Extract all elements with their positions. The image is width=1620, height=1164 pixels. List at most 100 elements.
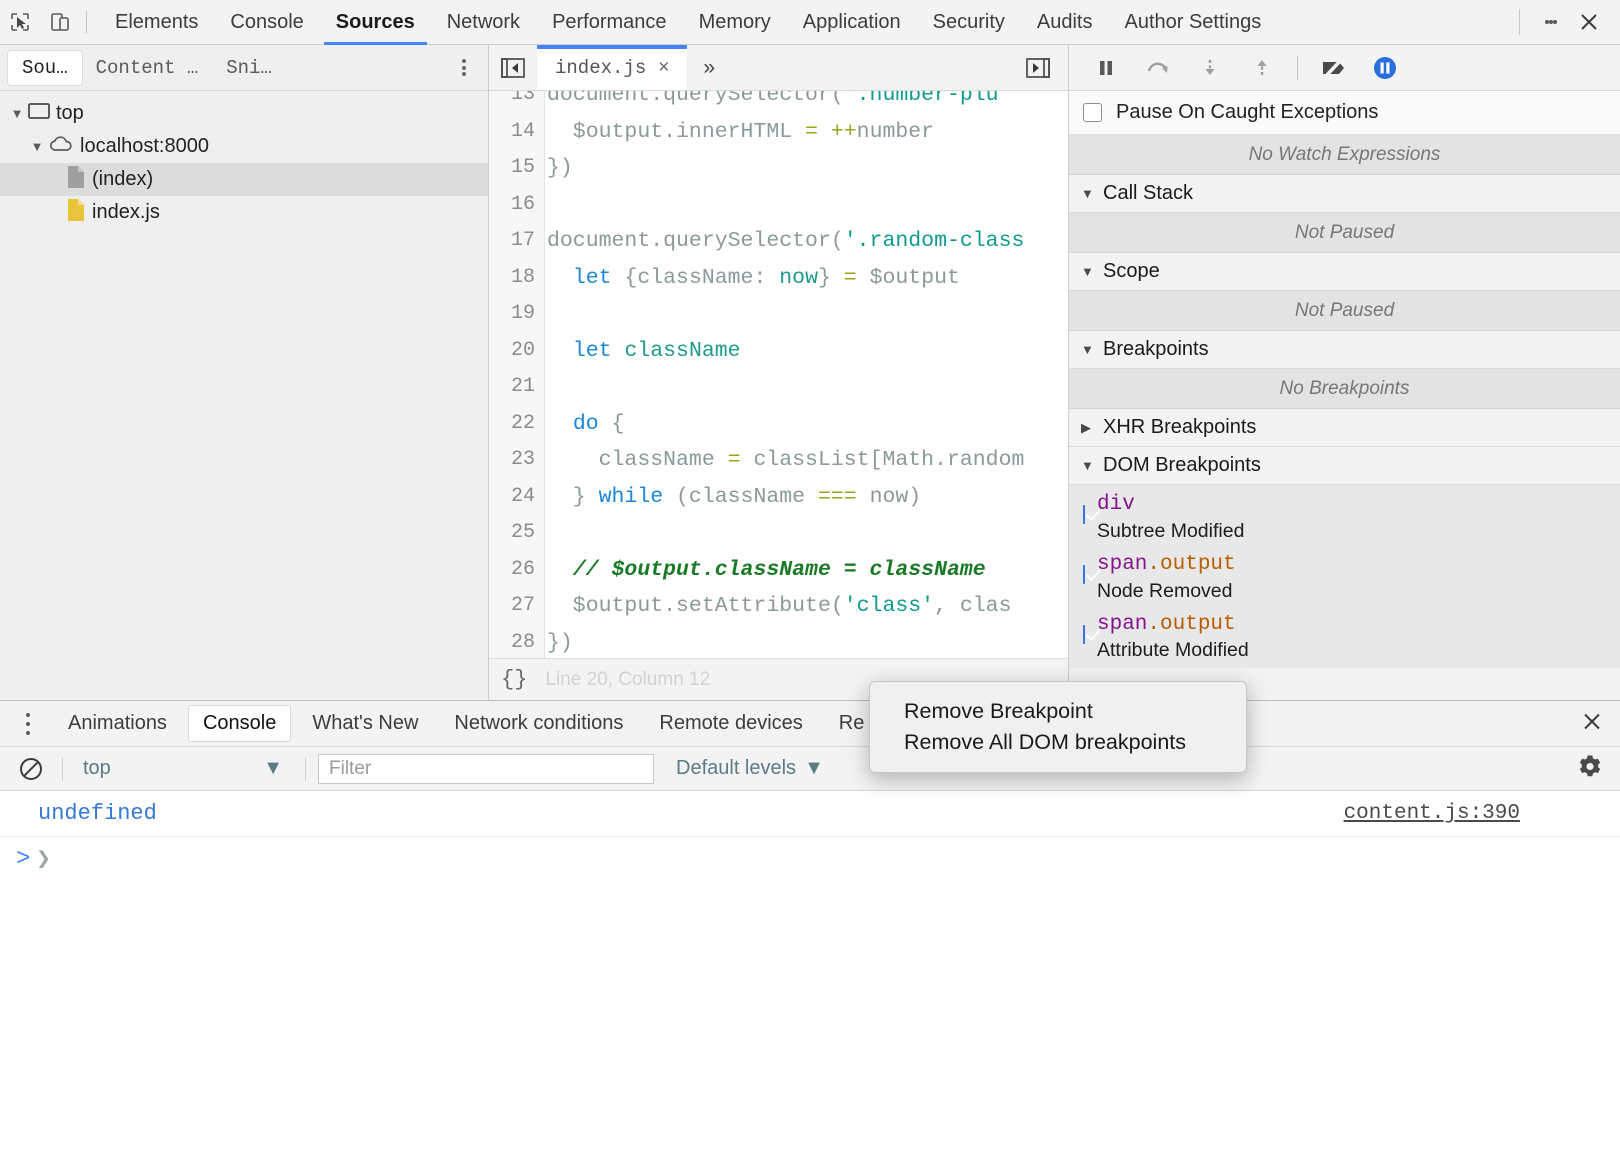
tab-audits[interactable]: Audits: [1021, 0, 1109, 45]
context-menu-item-remove-breakpoint[interactable]: Remove Breakpoint: [870, 696, 1246, 727]
tree-item-index-html[interactable]: (index): [0, 163, 488, 196]
code-token: classList[Math.random: [740, 448, 1025, 472]
dom-breakpoint-body: span.output Node Removed: [1097, 553, 1236, 603]
breakpoint-slash-icon[interactable]: [1310, 48, 1356, 88]
chevron-down-icon[interactable]: ▼: [26, 139, 48, 154]
step-into-icon[interactable]: [1187, 48, 1233, 88]
tab-sources[interactable]: Sources: [320, 0, 431, 45]
drawer-tab-whats-new[interactable]: What's New: [298, 706, 432, 741]
drawer: Animations Console What's New Network co…: [0, 700, 1620, 1164]
tab-label: Elements: [115, 10, 199, 33]
console-prompt[interactable]: > ❯: [0, 837, 1620, 881]
console-levels-selector[interactable]: Default levels ▼: [676, 757, 824, 780]
code-token: =: [843, 265, 857, 290]
pause-circle-icon[interactable]: [1362, 48, 1408, 88]
console-filter-input[interactable]: Filter: [318, 753, 654, 784]
nav-tab-sources[interactable]: Sou…: [8, 50, 82, 85]
tree-item-top[interactable]: ▼ top: [0, 97, 488, 130]
console-message-source-link[interactable]: content.js:390: [1344, 802, 1520, 825]
line-number: 27: [510, 594, 535, 617]
code-token: $output: [856, 265, 960, 290]
code-line-text: let className: [547, 333, 741, 370]
code-line-text: // $output.className = className: [547, 552, 986, 589]
collapse-sidebar-icon[interactable]: [489, 45, 537, 90]
code-token: ++: [830, 119, 857, 144]
dom-breakpoint-checkbox[interactable]: [1083, 564, 1085, 584]
code-token: now: [779, 265, 818, 290]
drawer-tab-console[interactable]: Console: [188, 706, 291, 741]
code-line: 19: [489, 296, 1068, 333]
tab-application[interactable]: Application: [787, 0, 917, 45]
tree-item-localhost[interactable]: ▼ localhost:8000: [0, 130, 488, 163]
tab-author-settings[interactable]: Author Settings: [1108, 0, 1277, 45]
dom-breakpoint-type: Node Removed: [1097, 579, 1233, 602]
cursor-inspect-icon[interactable]: [0, 0, 40, 45]
console-message[interactable]: undefined content.js:390: [0, 791, 1620, 837]
drawer-tab-animations[interactable]: Animations: [54, 706, 181, 741]
step-over-icon[interactable]: [1135, 48, 1181, 88]
tree-item-label: localhost:8000: [80, 135, 209, 157]
sources-panel: Sou… Content … Sni… ▼ top ▼ localhost:80…: [0, 45, 1620, 700]
code-token: number: [856, 119, 935, 144]
dom-breakpoint-selector: span.output: [1097, 553, 1236, 576]
dom-breakpoint-row[interactable]: div Subtree Modified: [1069, 489, 1620, 549]
context-menu-item-remove-all-dom-breakpoints[interactable]: Remove All DOM breakpoints: [870, 727, 1246, 758]
more-vertical-icon[interactable]: [6, 701, 50, 747]
tab-performance[interactable]: Performance: [536, 0, 683, 45]
drawer-tab-remote-devices[interactable]: Remote devices: [645, 706, 816, 741]
section-scope[interactable]: ▼ Scope: [1069, 253, 1620, 291]
section-breakpoints[interactable]: ▼ Breakpoints: [1069, 331, 1620, 369]
tab-security[interactable]: Security: [917, 0, 1021, 45]
nav-tab-content-scripts[interactable]: Content …: [82, 51, 213, 85]
pretty-print-icon[interactable]: {}: [501, 667, 527, 692]
more-tabs-icon[interactable]: »: [687, 45, 731, 90]
close-icon[interactable]: [1580, 709, 1604, 738]
drawer-tab-network-conditions[interactable]: Network conditions: [440, 706, 637, 741]
line-number: 15: [510, 156, 535, 179]
section-dom-breakpoints[interactable]: ▼ DOM Breakpoints: [1069, 447, 1620, 485]
section-label: DOM Breakpoints: [1103, 454, 1261, 476]
console-context-selector[interactable]: top ▼: [71, 757, 297, 780]
dom-breakpoint-row[interactable]: span.output Node Removed: [1069, 549, 1620, 609]
frame-icon: [28, 102, 50, 126]
gear-icon[interactable]: [1576, 752, 1604, 785]
section-call-stack[interactable]: ▼ Call Stack: [1069, 175, 1620, 213]
section-xhr-breakpoints[interactable]: ▶ XHR Breakpoints: [1069, 409, 1620, 447]
tab-label: Security: [932, 10, 1005, 33]
tree-item-label: top: [56, 102, 84, 124]
dom-breakpoint-row[interactable]: span.output Attribute Modified: [1069, 609, 1620, 669]
code-line: 18 let {className: now} = $output: [489, 260, 1068, 297]
tab-console[interactable]: Console: [214, 0, 319, 45]
code-token: do: [572, 411, 599, 436]
close-icon[interactable]: ×: [658, 57, 669, 79]
code-line-text: className = classList[Math.random: [547, 442, 1025, 479]
tab-memory[interactable]: Memory: [683, 0, 787, 45]
pause-on-caught-exceptions-row[interactable]: Pause On Caught Exceptions: [1069, 91, 1620, 135]
more-vertical-icon[interactable]: [1534, 0, 1568, 45]
code-line: 27 $output.setAttribute('class', clas: [489, 588, 1068, 625]
checkbox-wrap: [1083, 493, 1085, 524]
chevron-down-icon[interactable]: ▼: [6, 106, 28, 121]
tree-item-index-js[interactable]: index.js: [0, 196, 488, 229]
console-divider: [62, 756, 63, 781]
chevron-down-icon: ▼: [1081, 342, 1094, 357]
nav-tab-snippets[interactable]: Sni…: [212, 51, 286, 85]
dom-breakpoint-checkbox[interactable]: [1083, 505, 1085, 524]
breakpoints-empty: No Breakpoints: [1069, 369, 1620, 409]
device-toolbar-icon[interactable]: [40, 0, 80, 45]
tab-elements[interactable]: Elements: [99, 0, 214, 45]
pause-on-caught-checkbox[interactable]: [1083, 103, 1102, 122]
tab-network[interactable]: Network: [431, 0, 536, 45]
close-icon[interactable]: [1568, 0, 1610, 45]
clear-console-icon[interactable]: [8, 747, 54, 791]
dom-breakpoint-checkbox[interactable]: [1083, 624, 1085, 644]
expand-sidebar-icon[interactable]: [1016, 45, 1060, 91]
editor-tab-index-js[interactable]: index.js ×: [537, 45, 688, 90]
pause-icon[interactable]: [1083, 48, 1129, 88]
code-line-text: let {className: now} = $output: [547, 260, 960, 297]
code-editor[interactable]: 13 document.querySelector('.number-plu 14 …: [489, 91, 1068, 658]
step-out-icon[interactable]: [1239, 48, 1285, 88]
more-vertical-icon[interactable]: [462, 57, 466, 79]
